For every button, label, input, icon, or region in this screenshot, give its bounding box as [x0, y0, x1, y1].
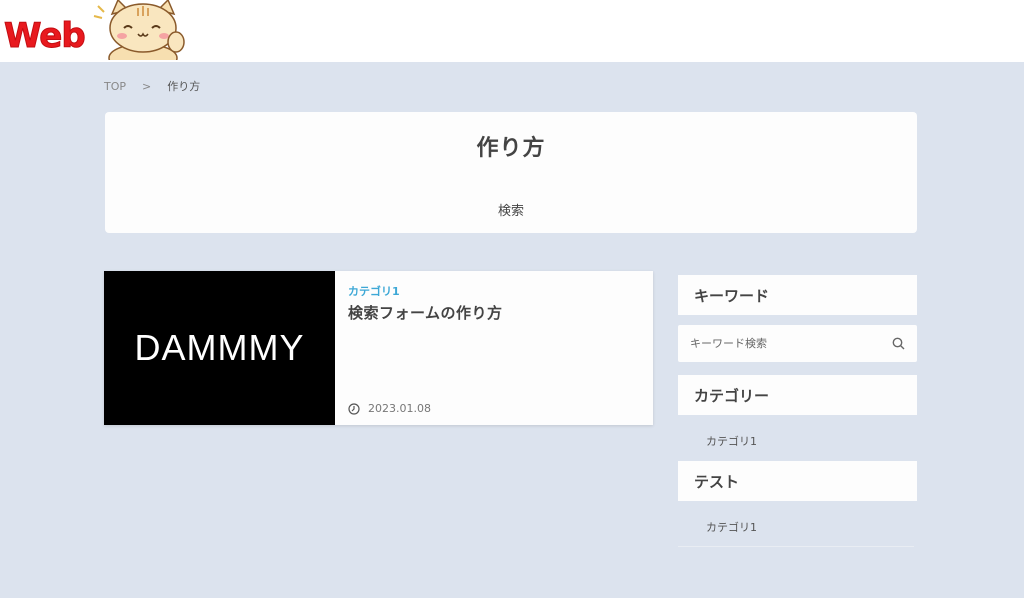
site-header: Web: [0, 0, 1024, 62]
divider: [678, 546, 914, 547]
breadcrumb-home-link[interactable]: TOP: [104, 80, 126, 93]
category-widget-heading: カテゴリー: [678, 375, 917, 415]
thumbnail-text: DAMMMY: [134, 327, 305, 368]
breadcrumb: TOP > 作り方: [104, 78, 200, 94]
search-input[interactable]: [690, 337, 870, 350]
clock-icon: [348, 402, 360, 415]
post-thumbnail[interactable]: DAMMMY: [104, 271, 335, 425]
search-icon[interactable]: [892, 337, 905, 350]
post-category[interactable]: カテゴリ1: [348, 283, 400, 299]
breadcrumb-current: 作り方: [167, 80, 201, 93]
cat-mascot-icon: [93, 0, 185, 60]
post-card-body: カテゴリ1 検索フォームの作り方 2023.01.08: [335, 271, 653, 425]
test-widget-heading: テスト: [678, 461, 917, 501]
post-date-text: 2023.01.08: [368, 402, 431, 415]
post-date: 2023.01.08: [348, 402, 431, 415]
category-item[interactable]: カテゴリ1: [678, 419, 917, 463]
page-subtitle: 検索: [497, 204, 524, 219]
logo-text: Web: [4, 16, 87, 57]
site-logo[interactable]: Web: [0, 0, 190, 62]
keyword-widget-heading: キーワード: [678, 275, 917, 315]
post-card[interactable]: DAMMMY カテゴリ1 検索フォームの作り方 2023.01.08: [104, 271, 653, 425]
page-title: 作り方: [476, 136, 546, 161]
test-item[interactable]: カテゴリ1: [678, 505, 917, 549]
post-title[interactable]: 検索フォームの作り方: [348, 302, 503, 323]
page-title-box: 作り方 検索: [105, 112, 917, 233]
breadcrumb-separator: >: [142, 79, 152, 93]
search-form: [678, 325, 917, 362]
